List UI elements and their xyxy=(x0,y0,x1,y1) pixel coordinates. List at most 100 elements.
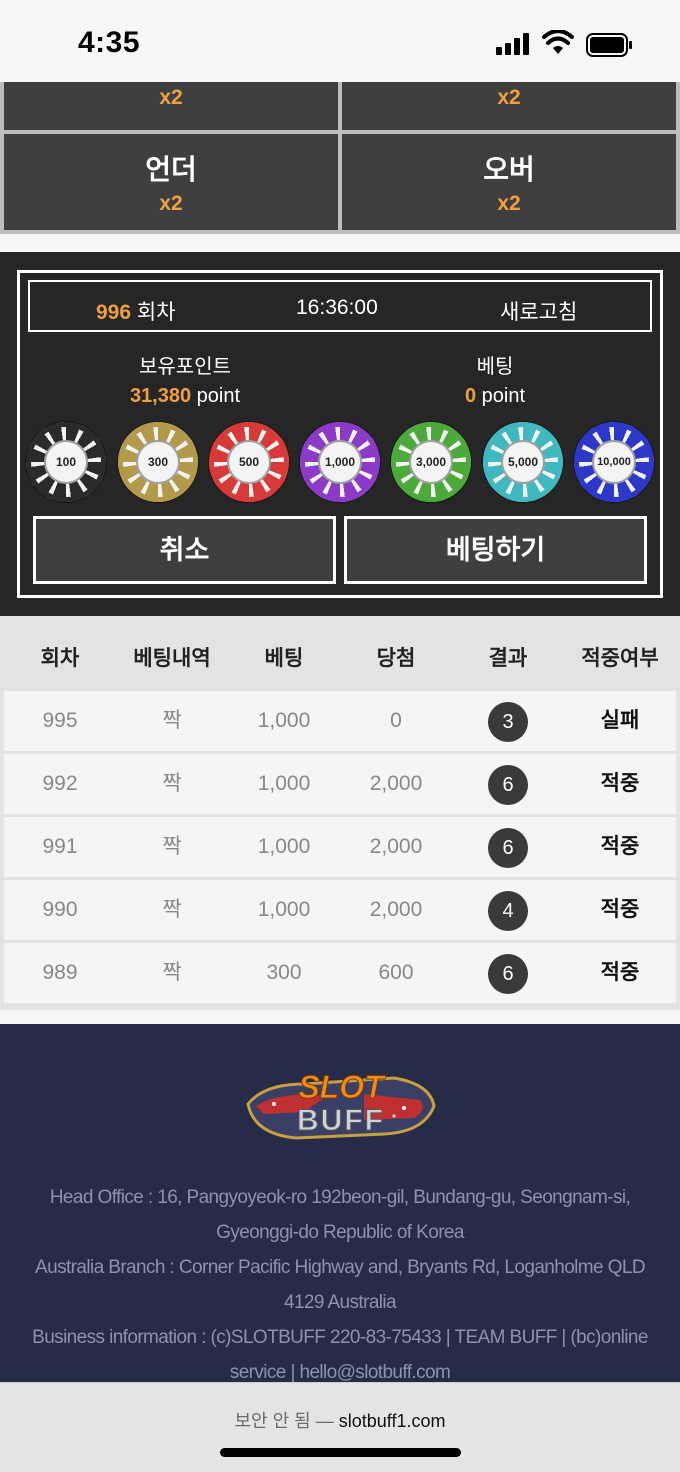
chip-value: 1,000 xyxy=(318,440,362,484)
cell-choice: 짝 xyxy=(162,835,182,858)
bet-option-odds: x2 xyxy=(159,192,183,215)
refresh-button[interactable]: 새로고침 xyxy=(500,296,577,326)
bet-option-grid: x2 x2 언더 x2 오버 x2 xyxy=(0,82,680,234)
header-hit-status: 적중여부 xyxy=(581,647,659,670)
wifi-icon xyxy=(542,30,574,54)
bet-points-value: 0 xyxy=(464,385,477,407)
footer-address-line: Australia Branch : Corner Pacific Highwa… xyxy=(35,1257,646,1278)
cell-choice: 짝 xyxy=(162,898,182,921)
result-ball: 6 xyxy=(488,954,528,994)
holding-points-value: 31,380 xyxy=(129,385,192,407)
result-ball: 4 xyxy=(488,891,528,931)
cell-win: 2,000 xyxy=(369,835,423,858)
bet-option-partial-left[interactable]: x2 xyxy=(4,82,338,130)
cell-status: 적중 xyxy=(600,772,640,795)
chip-300[interactable]: 300 xyxy=(118,422,198,502)
round-info-bar: 996 회차 16:36:00 새로고침 xyxy=(28,280,652,332)
table-row: 989 짝 300 600 6 적중 xyxy=(4,943,676,1003)
chip-value: 3,000 xyxy=(409,440,453,484)
bet-option-label: 오버 xyxy=(483,154,535,185)
cell-bet: 1,000 xyxy=(257,835,311,858)
result-ball: 3 xyxy=(488,702,528,742)
result-ball: 6 xyxy=(488,828,528,868)
logo-text-bottom: BUFF xyxy=(297,1104,385,1137)
cell-status: 적중 xyxy=(600,835,640,858)
holding-points-label: 보유포인트 xyxy=(139,356,231,378)
cell-win: 600 xyxy=(378,961,414,984)
chip-100[interactable]: 100 xyxy=(26,422,106,502)
chip-5000[interactable]: 5,000 xyxy=(483,422,563,502)
cell-round: 989 xyxy=(42,961,78,984)
round-suffix: 회차 xyxy=(136,301,176,324)
cell-bet: 1,000 xyxy=(257,709,311,732)
cell-choice: 짝 xyxy=(162,709,182,732)
chip-3000[interactable]: 3,000 xyxy=(391,422,471,502)
footer-address-line: Head Office : 16, Pangyoyeok-ro 192beon-… xyxy=(49,1187,631,1208)
cell-win: 0 xyxy=(390,709,402,732)
bet-option-odds: x2 xyxy=(497,192,521,215)
table-row: 995 짝 1,000 0 3 실패 xyxy=(4,691,676,751)
header-win-amount: 당첨 xyxy=(376,647,416,670)
bet-option-under[interactable]: 언더 x2 xyxy=(4,134,338,230)
table-row: 992 짝 1,000 2,000 6 적중 xyxy=(4,754,676,814)
cell-status: 실패 xyxy=(600,709,640,732)
header-bet-choice: 베팅내역 xyxy=(133,647,211,670)
header-bet-amount: 베팅 xyxy=(264,647,304,670)
url-domain: slotbuff1.com xyxy=(338,1411,446,1431)
slotbuff-logo: SLOT BUFF xyxy=(246,1069,436,1140)
bet-points-unit: point xyxy=(476,385,526,407)
battery-icon xyxy=(586,33,632,57)
chip-value: 500 xyxy=(227,440,271,484)
status-time: 4:35 xyxy=(78,26,141,59)
footer-business-line: service | hello@slotbuff.com xyxy=(229,1362,451,1383)
cell-choice: 짝 xyxy=(162,772,182,795)
cell-choice: 짝 xyxy=(162,961,182,984)
cell-round: 995 xyxy=(42,709,78,732)
cell-bet: 300 xyxy=(266,961,302,984)
footer-address-line: Gyeonggi-do Republic of Korea xyxy=(216,1222,464,1243)
browser-address-bar[interactable]: 보안 안 됨 — slotbuff1.com xyxy=(0,1382,680,1472)
bet-option-label: 언더 xyxy=(145,154,197,185)
cell-win: 2,000 xyxy=(369,898,423,921)
cell-round: 991 xyxy=(42,835,78,858)
site-footer: SLOT BUFF Head Office : 16, Pangyoyeok-r… xyxy=(0,1024,680,1383)
cell-round: 992 xyxy=(42,772,78,795)
header-result: 결과 xyxy=(488,647,528,670)
cell-round: 990 xyxy=(42,898,78,921)
bet-option-partial-right[interactable]: x2 xyxy=(342,82,676,130)
table-row: 991 짝 1,000 2,000 6 적중 xyxy=(4,817,676,877)
header-round: 회차 xyxy=(40,647,80,670)
round-number: 996 회차 xyxy=(96,296,176,326)
cell-win: 2,000 xyxy=(369,772,423,795)
holding-points-unit: point xyxy=(191,385,241,407)
round-number-value: 996 xyxy=(96,301,132,324)
home-indicator[interactable] xyxy=(220,1448,461,1457)
cell-bet: 1,000 xyxy=(257,898,311,921)
bet-option-over[interactable]: 오버 x2 xyxy=(342,134,676,230)
chip-10000[interactable]: 10,000 xyxy=(574,422,654,502)
cell-bet: 1,000 xyxy=(257,772,311,795)
security-warning-label: 보안 안 됨 — xyxy=(234,1411,339,1431)
bet-option-odds: x2 xyxy=(159,86,183,109)
bet-points-label: 베팅 xyxy=(476,356,514,378)
chip-value: 300 xyxy=(136,440,180,484)
chip-500[interactable]: 500 xyxy=(209,422,289,502)
cancel-button[interactable]: 취소 xyxy=(33,516,336,584)
table-row: 990 짝 1,000 2,000 4 적중 xyxy=(4,880,676,940)
chip-value: 5,000 xyxy=(501,440,545,484)
place-bet-button[interactable]: 베팅하기 xyxy=(344,516,647,584)
cellular-signal-icon xyxy=(496,33,532,55)
bet-points: 베팅 0 point xyxy=(420,350,570,408)
status-bar: 4:35 xyxy=(0,0,680,82)
footer-address-line: 4129 Australia xyxy=(283,1292,397,1313)
bet-option-odds: x2 xyxy=(497,86,521,109)
round-time: 16:36:00 xyxy=(296,296,378,319)
result-ball: 6 xyxy=(488,765,528,805)
chip-value: 100 xyxy=(44,440,88,484)
cell-status: 적중 xyxy=(600,898,640,921)
url-display[interactable]: 보안 안 됨 — slotbuff1.com xyxy=(0,1407,680,1433)
chip-1000[interactable]: 1,000 xyxy=(300,422,380,502)
cell-status: 적중 xyxy=(600,961,640,984)
chip-value: 10,000 xyxy=(592,440,636,484)
footer-business-line: Business information : (c)SLOTBUFF 220-8… xyxy=(32,1327,648,1348)
